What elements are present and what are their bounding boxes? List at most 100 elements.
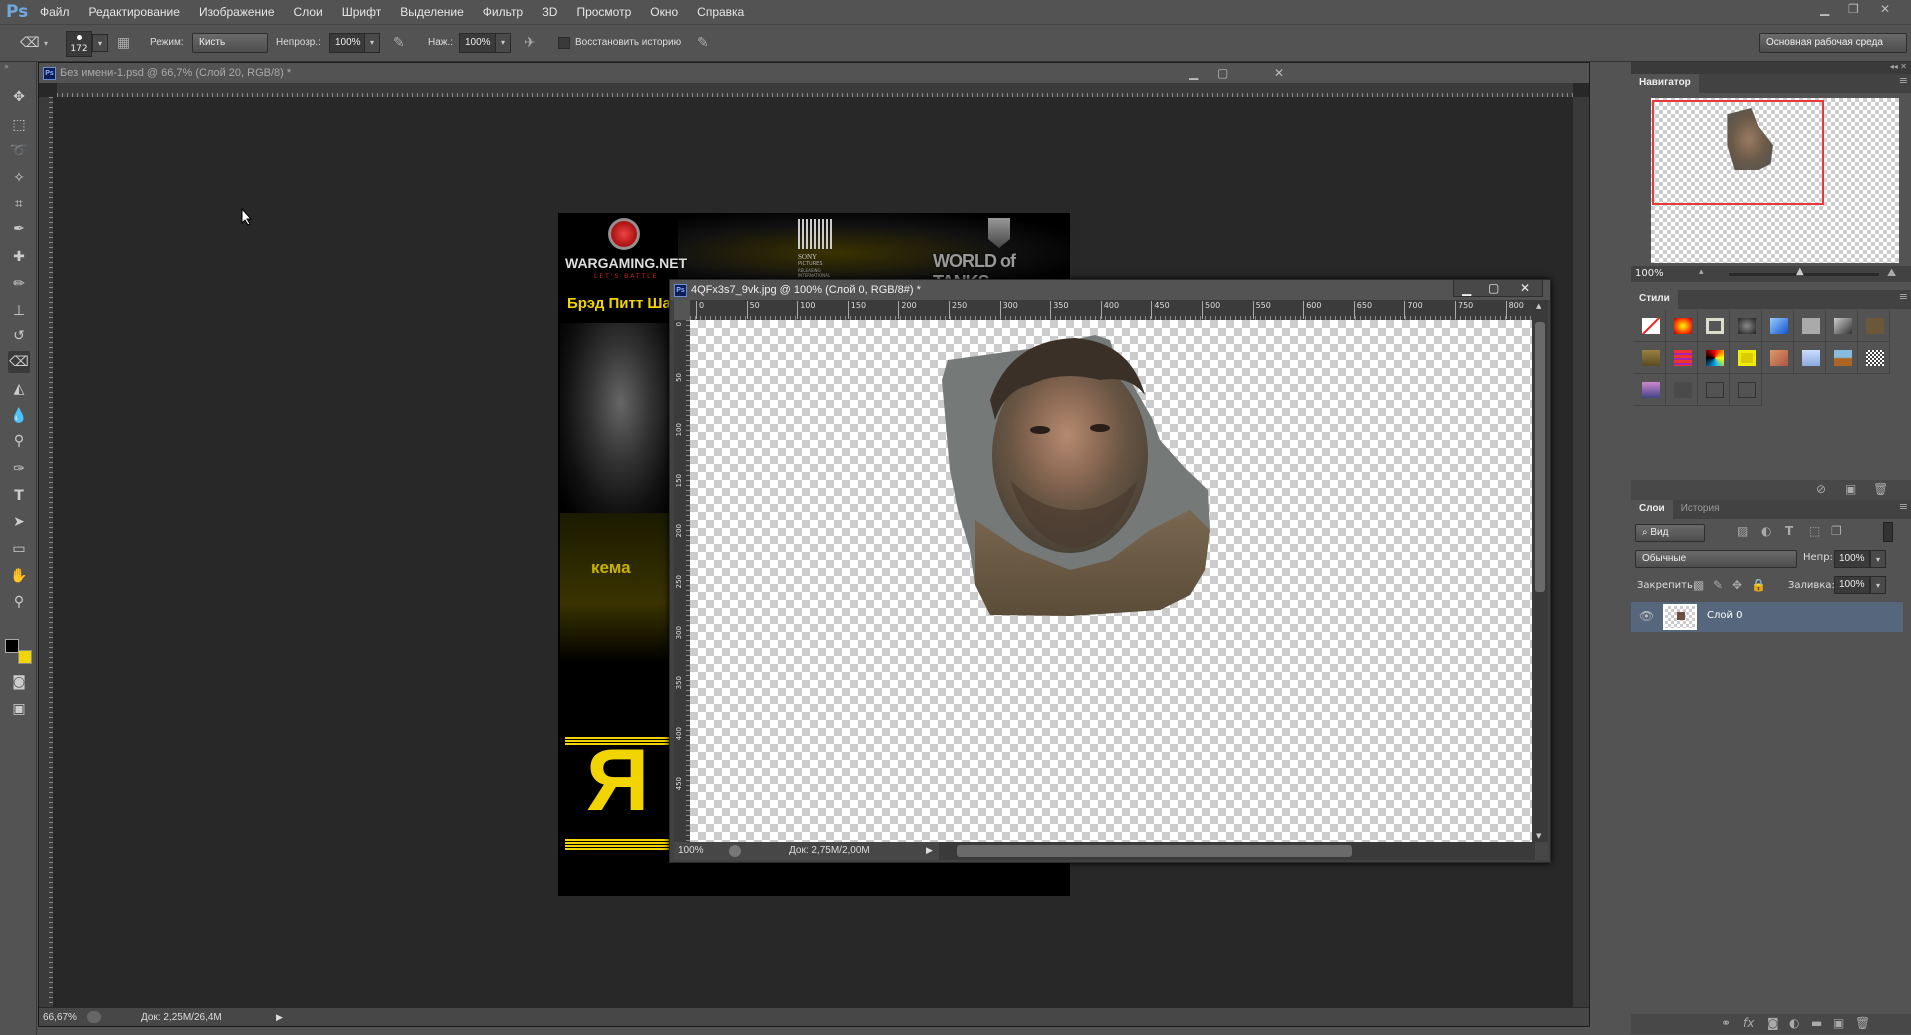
zoom-level[interactable]: 66,67% [43, 1012, 87, 1023]
eyedropper-tool-icon[interactable]: ✒ [8, 218, 30, 240]
restore-history-checkbox[interactable] [558, 37, 570, 49]
chevron-down-icon[interactable]: ▾ [44, 39, 48, 48]
lock-position-icon[interactable]: ✥ [1732, 578, 1742, 592]
brush-tool-icon[interactable]: ✏ [8, 273, 30, 295]
menu-3d[interactable]: 3D [542, 5, 557, 19]
style-swatch-red-stripes[interactable] [1666, 342, 1698, 374]
doc2-maximize-button[interactable]: ▢ [1488, 281, 1499, 295]
navigator-preview[interactable] [1651, 98, 1899, 263]
style-swatch-outline-2[interactable] [1730, 374, 1762, 406]
menu-file[interactable]: Файл [40, 5, 70, 19]
panel-menu-icon[interactable]: ≡ [1899, 500, 1911, 519]
lasso-tool-icon[interactable]: ➰ [8, 140, 30, 162]
dock-header[interactable]: ◂◂ ✕ [1631, 62, 1911, 74]
style-swatch-gray[interactable] [1794, 310, 1826, 342]
lock-pixels-icon[interactable]: ✎ [1713, 578, 1723, 592]
type-tool-icon[interactable]: T [8, 485, 30, 507]
layer-style-fx-icon[interactable]: fx [1743, 1016, 1754, 1030]
tab-history[interactable]: История [1672, 500, 1728, 519]
mode-select[interactable]: Кисть [192, 33, 268, 53]
zoom-level[interactable]: 100% [678, 845, 704, 856]
move-tool-icon[interactable]: ✥ [8, 86, 30, 108]
style-swatch-gray-bevel[interactable] [1826, 310, 1858, 342]
lock-transparency-icon[interactable]: ▩ [1693, 578, 1704, 592]
pen-tool-icon[interactable]: ✑ [8, 458, 30, 480]
layer-row[interactable]: 👁 Слой 0 [1631, 602, 1903, 632]
style-swatch-dark-gray[interactable] [1666, 374, 1698, 406]
document-tab-floating[interactable]: Ps 4QFx3s7_9vk.jpg @ 100% (Слой 0, RGB/8… [670, 280, 1550, 300]
healing-brush-tool-icon[interactable]: ✚ [8, 246, 30, 268]
delete-style-icon[interactable]: 🗑 [1873, 482, 1888, 496]
add-mask-icon[interactable]: ◙ [1767, 1016, 1779, 1030]
navigator-zoom-thumb[interactable]: ▲ [1796, 266, 1804, 277]
panel-menu-icon[interactable]: ≡ [1899, 74, 1911, 93]
fill-dropdown[interactable]: ▾ [1870, 576, 1886, 594]
style-swatch-outline[interactable] [1698, 374, 1730, 406]
opacity-dropdown[interactable]: ▾ [364, 33, 380, 53]
status-menu-arrow-icon[interactable]: ▶ [926, 845, 933, 856]
quick-mask-icon[interactable]: ◙ [8, 671, 30, 693]
history-brush-tool-icon[interactable]: ↺ [8, 325, 30, 347]
new-group-icon[interactable]: ▬ [1811, 1016, 1822, 1030]
vertical-scrollbar[interactable]: ▲ ▼ [1532, 300, 1548, 842]
zoom-out-icon[interactable]: ▴ [1699, 267, 1704, 277]
blend-mode-select[interactable]: Обычные [1635, 550, 1797, 568]
menu-help[interactable]: Справка [697, 5, 744, 19]
style-swatch-sky-glass[interactable] [1794, 342, 1826, 374]
tab-styles[interactable]: Стили [1631, 290, 1678, 309]
adjustment-layer-icon[interactable]: ◐ [1789, 1016, 1799, 1030]
filter-toggle[interactable] [1883, 522, 1893, 542]
airbrush-icon[interactable]: ✈ [524, 35, 536, 51]
workspace-select[interactable]: Основная рабочая среда [1759, 33, 1907, 53]
eraser-tool-icon[interactable]: ⌫ [8, 351, 30, 373]
layer-opacity-dropdown[interactable]: ▾ [1870, 550, 1886, 568]
visibility-eye-icon[interactable]: 👁 [1639, 609, 1654, 623]
filter-adjustment-icon[interactable]: ◐ [1761, 524, 1771, 538]
style-swatch-bronze[interactable] [1858, 310, 1890, 342]
style-swatch-landscape[interactable] [1826, 342, 1858, 374]
screen-mode-icon[interactable]: ▣ [8, 698, 30, 720]
new-layer-icon[interactable]: ▣ [1833, 1016, 1844, 1030]
magic-wand-tool-icon[interactable]: ✧ [8, 167, 30, 189]
style-swatch-orange-fade[interactable] [1762, 342, 1794, 374]
lock-all-icon[interactable]: 🔒 [1751, 578, 1766, 592]
pressure-opacity-icon[interactable]: ✎ [393, 35, 405, 51]
style-swatch-gold-gradient[interactable] [1634, 342, 1666, 374]
horizontal-scrollbar[interactable] [939, 842, 1535, 860]
tab-navigator[interactable]: Навигатор [1631, 74, 1699, 93]
paint-bucket-tool-icon[interactable]: ◭ [8, 378, 30, 400]
doc2-close-button[interactable]: ✕ [1520, 281, 1530, 295]
rectangle-tool-icon[interactable]: ▭ [8, 538, 30, 560]
brush-size-picker[interactable]: 172 [66, 31, 92, 57]
new-style-icon[interactable]: ▣ [1845, 482, 1856, 496]
style-swatch-rainbow[interactable] [1698, 342, 1730, 374]
document-tab[interactable]: Ps Без имени-1.psd @ 66,7% (Слой 20, RGB… [39, 63, 1589, 83]
status-menu-arrow-icon[interactable]: ▶ [276, 1012, 283, 1023]
layer-name[interactable]: Слой 0 [1707, 610, 1743, 621]
zoom-tool-icon[interactable]: ⚲ [8, 591, 30, 613]
brush-panel-icon[interactable]: ▦ [117, 35, 130, 51]
style-swatch-purple-gradient[interactable] [1634, 374, 1666, 406]
eraser-preset-icon[interactable]: ⌫ [20, 35, 40, 51]
brush-picker-dropdown[interactable]: ▾ [92, 34, 108, 52]
doc2-minimize-button[interactable]: ▁ [1462, 282, 1471, 296]
zoom-in-icon[interactable]: ⛰ [1887, 266, 1896, 280]
filter-shape-icon[interactable]: ⬚ [1809, 524, 1820, 538]
style-swatch-blue-glass[interactable] [1762, 310, 1794, 342]
pressure-size-icon[interactable]: ✎ [697, 35, 709, 51]
style-swatch-yellow-frame[interactable] [1730, 342, 1762, 374]
foreground-color-swatch[interactable] [5, 639, 19, 653]
collapse-toolbar-icon[interactable]: » [4, 62, 9, 71]
clone-stamp-tool-icon[interactable]: ⊥ [8, 300, 30, 322]
filter-smart-object-icon[interactable]: ❐ [1831, 524, 1842, 538]
dodge-tool-icon[interactable]: ⚲ [8, 430, 30, 452]
image-canvas[interactable] [690, 320, 1532, 842]
background-color-swatch[interactable] [18, 650, 32, 664]
doc1-close-button[interactable]: ✕ [1274, 66, 1284, 80]
style-swatch-no-style[interactable] [1634, 310, 1666, 342]
filter-type-icon[interactable]: T [1785, 524, 1793, 538]
menu-layer[interactable]: Слои [294, 5, 323, 19]
menu-view[interactable]: Просмотр [576, 5, 631, 19]
vertical-scrollbar[interactable] [1573, 97, 1589, 1007]
panel-menu-icon[interactable]: ≡ [1899, 290, 1911, 309]
